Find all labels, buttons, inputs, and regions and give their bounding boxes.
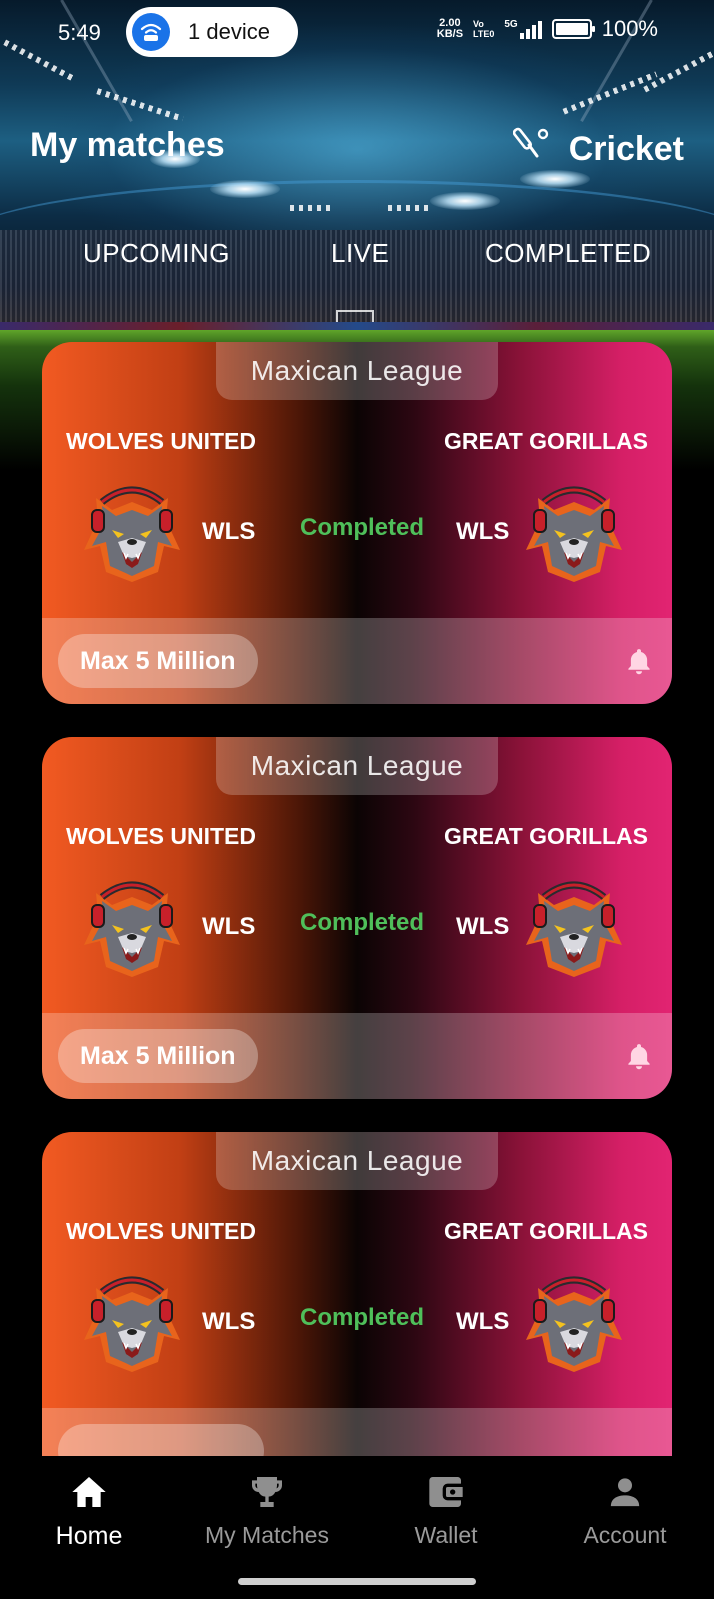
status-time: 5:49 [58,20,101,45]
nav-label: Account [583,1522,667,1548]
device-count-label: 1 device [188,19,270,44]
wallet-icon [424,1470,468,1514]
team-name: WOLVES UNITED [66,1218,256,1244]
home-icon [67,1470,111,1514]
team-name: GREAT GORILLAS [443,1218,648,1244]
team-name: WOLVES UNITED [66,428,256,454]
prize-badge: Max 5 Million [58,634,258,688]
match-list: Maxican League WOLVES UNITED WLS Complet… [0,342,714,1456]
home-indicator[interactable] [238,1578,476,1585]
cricket-bat-icon [512,126,551,173]
team-name: GREAT GORILLAS [443,428,648,454]
prize-badge [58,1424,264,1456]
tab-upcoming[interactable]: UPCOMING [83,238,230,269]
nav-account[interactable]: Account [536,1456,714,1568]
team-abbr: WLS [202,518,256,545]
signal-icon: 5G [504,19,542,39]
sport-selector[interactable]: Cricket [512,126,684,173]
bell-icon[interactable] [624,1041,654,1071]
league-name: Maxican League [216,737,498,795]
wolf-logo-icon [78,1270,186,1374]
team-abbr: WLS [456,518,510,545]
match-card[interactable]: Maxican League WOLVES UNITED WLS Complet… [42,1132,672,1456]
nav-my-matches[interactable]: My Matches [178,1456,356,1568]
battery-icon [551,19,595,39]
match-status: Completed [300,514,425,541]
league-name: Maxican League [216,342,498,400]
prize-badge: Max 5 Million [58,1029,258,1083]
nav-label: Home [55,1522,123,1550]
card-footer: Max 5 Million [42,1013,672,1099]
team-abbr: WLS [202,913,256,940]
tab-live[interactable]: LIVE [331,238,389,269]
sport-label: Cricket [568,130,684,168]
wolf-logo-icon [78,875,186,979]
team-abbr: WLS [456,913,510,940]
card-footer: Max 5 Million [42,618,672,704]
match-card[interactable]: Maxican League WOLVES UNITED WLS Complet… [42,737,672,1099]
battery-percent: 100% [601,16,658,41]
match-tabs: UPCOMING LIVE COMPLETED [0,238,714,278]
status-bar: 5:49 1 device 2.00 KB/S Vo LTE0 5G 100% [0,0,714,62]
card-footer [42,1408,672,1456]
bottom-navigation: Home My Matches Wallet Account [0,1456,714,1568]
match-status: Completed [300,1304,425,1331]
match-status: Completed [300,909,425,936]
match-card[interactable]: Maxican League WOLVES UNITED WLS Complet… [42,342,672,704]
nav-home[interactable]: Home [0,1456,178,1568]
network-speed: 2.00 KB/S [436,17,464,40]
league-name: Maxican League [216,1132,498,1190]
connected-devices-pill[interactable]: 1 device [126,7,298,57]
team-abbr: WLS [456,1308,510,1335]
bell-icon[interactable] [624,646,654,676]
team-name: WOLVES UNITED [66,823,256,849]
tab-completed[interactable]: COMPLETED [485,238,651,269]
wolf-logo-icon [520,480,628,584]
nav-label: Wallet [414,1522,478,1548]
wolf-logo-icon [520,1270,628,1374]
volte-icon: Vo LTE0 [473,19,495,39]
wolf-logo-icon [78,480,186,584]
team-name: GREAT GORILLAS [443,823,648,849]
trophy-icon [245,1470,289,1514]
nav-label: My Matches [205,1522,329,1548]
team-abbr: WLS [202,1308,256,1335]
person-icon [603,1470,647,1514]
hotspot-icon [132,13,170,51]
nav-wallet[interactable]: Wallet [357,1456,535,1568]
status-icons: 2.00 KB/S Vo LTE0 5G 100% [437,16,658,42]
page-title: My matches [30,126,225,164]
wolf-logo-icon [520,875,628,979]
